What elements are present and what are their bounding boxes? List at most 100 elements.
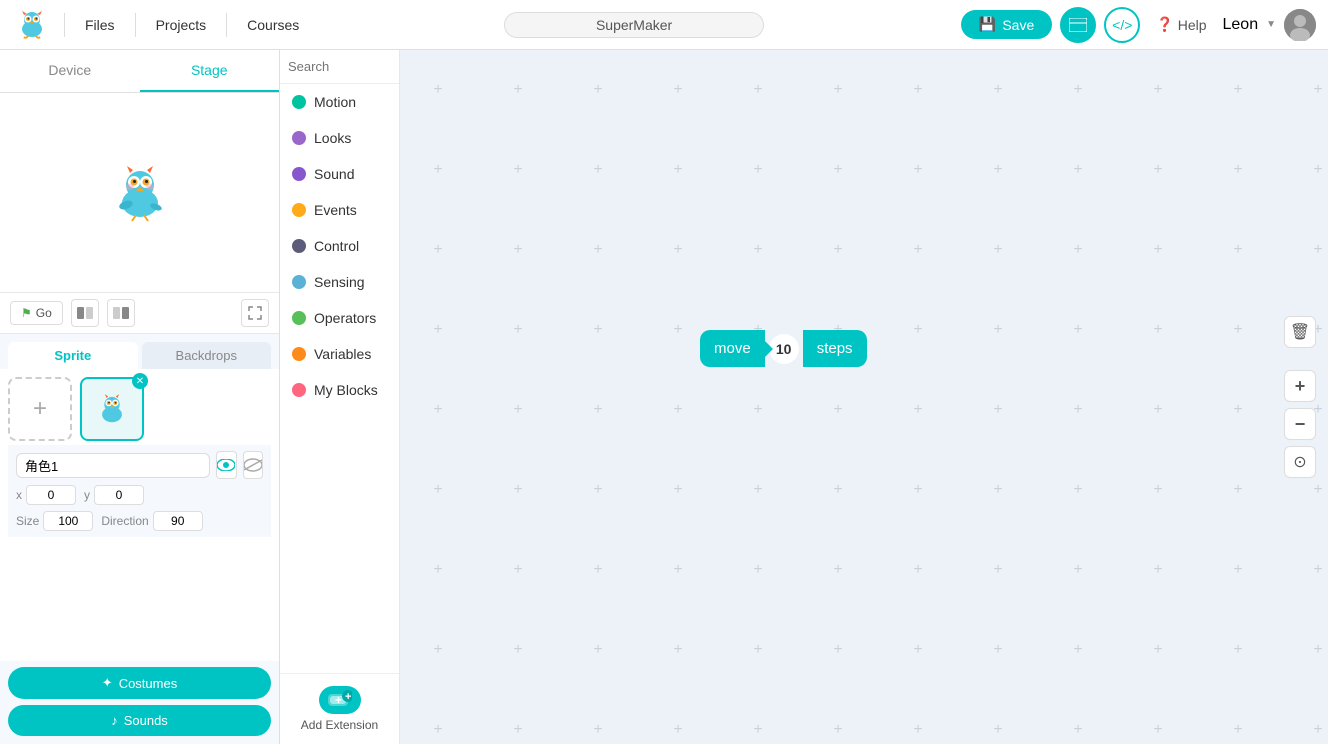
sprite-item[interactable]: ✕ (80, 377, 144, 441)
help-label: Help (1178, 17, 1207, 33)
sprite-grid: + ✕ (8, 377, 271, 441)
code-block-move[interactable]: move 10 steps (700, 330, 867, 367)
sprite-thumbnail (90, 387, 134, 431)
go-button[interactable]: ⚑ Go (10, 301, 63, 325)
costumes-button[interactable]: ✦ Costumes (8, 667, 271, 699)
panel-tabs: Device Stage (0, 50, 279, 93)
user-area[interactable]: Leon ▼ (1223, 9, 1317, 41)
sprite-remove-button[interactable]: ✕ (132, 373, 148, 389)
stage-preview-inner (0, 93, 279, 292)
user-dropdown-icon: ▼ (1266, 19, 1276, 30)
project-name-input[interactable] (504, 12, 764, 38)
trash-button[interactable]: 🗑 (1284, 316, 1316, 348)
center-button[interactable]: ⊙ (1284, 446, 1316, 478)
sprite-area: + ✕ (0, 369, 279, 661)
add-extension-button[interactable]: + + Add Extension (280, 673, 399, 744)
nav-divider-2 (135, 13, 136, 37)
category-sensing[interactable]: Sensing (280, 264, 399, 300)
svg-text:+: + (335, 693, 342, 707)
category-dot-sound (292, 167, 306, 181)
size-label: Size (16, 514, 39, 528)
size-input[interactable] (43, 511, 93, 531)
add-sprite-button[interactable]: + (8, 377, 72, 441)
category-motion[interactable]: Motion (280, 84, 399, 120)
canvas-area[interactable]: + move 10 steps 🗑 + − (400, 50, 1328, 744)
x-label: x (16, 488, 22, 502)
add-extension-icon: + + (319, 686, 361, 714)
layout-full-button[interactable] (107, 299, 135, 327)
block-steps-value[interactable]: 10 (769, 334, 799, 364)
top-nav: Files Projects Courses 💾 Save </> ❓ Help… (0, 0, 1328, 50)
zoom-out-button[interactable]: − (1284, 408, 1316, 440)
code-view-button[interactable]: </> (1104, 7, 1140, 43)
category-label-my_blocks: My Blocks (314, 382, 378, 398)
block-categories: MotionLooks Sound Events ControlSensingOper… (280, 84, 399, 408)
direction-input[interactable] (153, 511, 203, 531)
category-control[interactable]: Control (280, 228, 399, 264)
nav-files[interactable]: Files (77, 13, 123, 37)
category-my_blocks[interactable]: My Blocks (280, 372, 399, 408)
costumes-label: Costumes (119, 676, 178, 691)
user-avatar (1284, 9, 1316, 41)
category-label-variables: Variables (314, 346, 371, 362)
tab-device[interactable]: Device (0, 50, 140, 92)
direction-field: Direction (101, 511, 202, 531)
nav-courses[interactable]: Courses (239, 13, 307, 37)
trash-icon: 🗑 (1290, 322, 1310, 342)
search-row: 🔍 (280, 50, 399, 84)
save-label: Save (1002, 17, 1034, 33)
blocks-panel: 🔍 MotionLooks Sound Events ControlSensingOp… (280, 50, 400, 744)
tab-backdrops[interactable]: Backdrops (142, 342, 272, 369)
category-looks[interactable]: Looks (280, 120, 399, 156)
category-dot-variables (292, 347, 306, 361)
stage-preview (0, 93, 279, 293)
y-input[interactable] (94, 485, 144, 505)
sprite-name-input[interactable] (16, 453, 210, 478)
sprite-tabs: Sprite Backdrops (0, 334, 279, 369)
zoom-out-icon: − (1295, 414, 1306, 435)
y-label: y (84, 488, 90, 502)
sounds-label: Sounds (124, 713, 168, 728)
zoom-in-icon: + (1295, 376, 1306, 397)
main-layout: Device Stage (0, 50, 1328, 744)
center-icon: ⊙ (1293, 452, 1306, 472)
category-variables[interactable]: Variables (280, 336, 399, 372)
tab-sprite[interactable]: Sprite (8, 342, 138, 369)
category-label-sound: Sound (314, 166, 354, 182)
canvas-tools: 🗑 + − ⊙ (1284, 316, 1316, 478)
block-steps-label: steps (803, 330, 867, 367)
category-operators[interactable]: Operators (280, 300, 399, 336)
flag-icon: ⚑ (21, 306, 32, 320)
category-events[interactable]: Events (280, 192, 399, 228)
svg-text:+: + (345, 691, 351, 703)
size-field: Size (16, 511, 93, 531)
help-button[interactable]: ❓ Help (1148, 12, 1214, 37)
stage-controls: ⚑ Go (0, 293, 279, 334)
y-coord-field: y (84, 485, 144, 505)
logo (12, 5, 52, 45)
search-input[interactable] (288, 59, 400, 74)
sprite-name-row (16, 451, 263, 479)
nav-projects[interactable]: Projects (148, 13, 215, 37)
zoom-in-button[interactable]: + (1284, 370, 1316, 402)
left-panel: Device Stage (0, 50, 280, 744)
category-dot-events (292, 203, 306, 217)
category-sound[interactable]: Sound (280, 156, 399, 192)
x-input[interactable] (26, 485, 76, 505)
stage-view-button[interactable] (1060, 7, 1096, 43)
nav-divider-1 (64, 13, 65, 37)
sprite-show-button[interactable] (216, 451, 237, 479)
expand-stage-button[interactable] (241, 299, 269, 327)
sprite-coord-row: x y (16, 485, 263, 505)
category-label-events: Events (314, 202, 357, 218)
sprite-hide-button[interactable] (243, 451, 264, 479)
save-button[interactable]: 💾 Save (961, 10, 1052, 39)
layout-split-button[interactable] (71, 299, 99, 327)
sounds-icon: ♪ (111, 713, 118, 728)
sprite-action-buttons: ✦ Costumes ♪ Sounds (0, 661, 279, 744)
save-disk-icon: 💾 (979, 16, 996, 33)
tab-stage[interactable]: Stage (140, 50, 280, 92)
category-dot-control (292, 239, 306, 253)
direction-label: Direction (101, 514, 148, 528)
sounds-button[interactable]: ♪ Sounds (8, 705, 271, 736)
